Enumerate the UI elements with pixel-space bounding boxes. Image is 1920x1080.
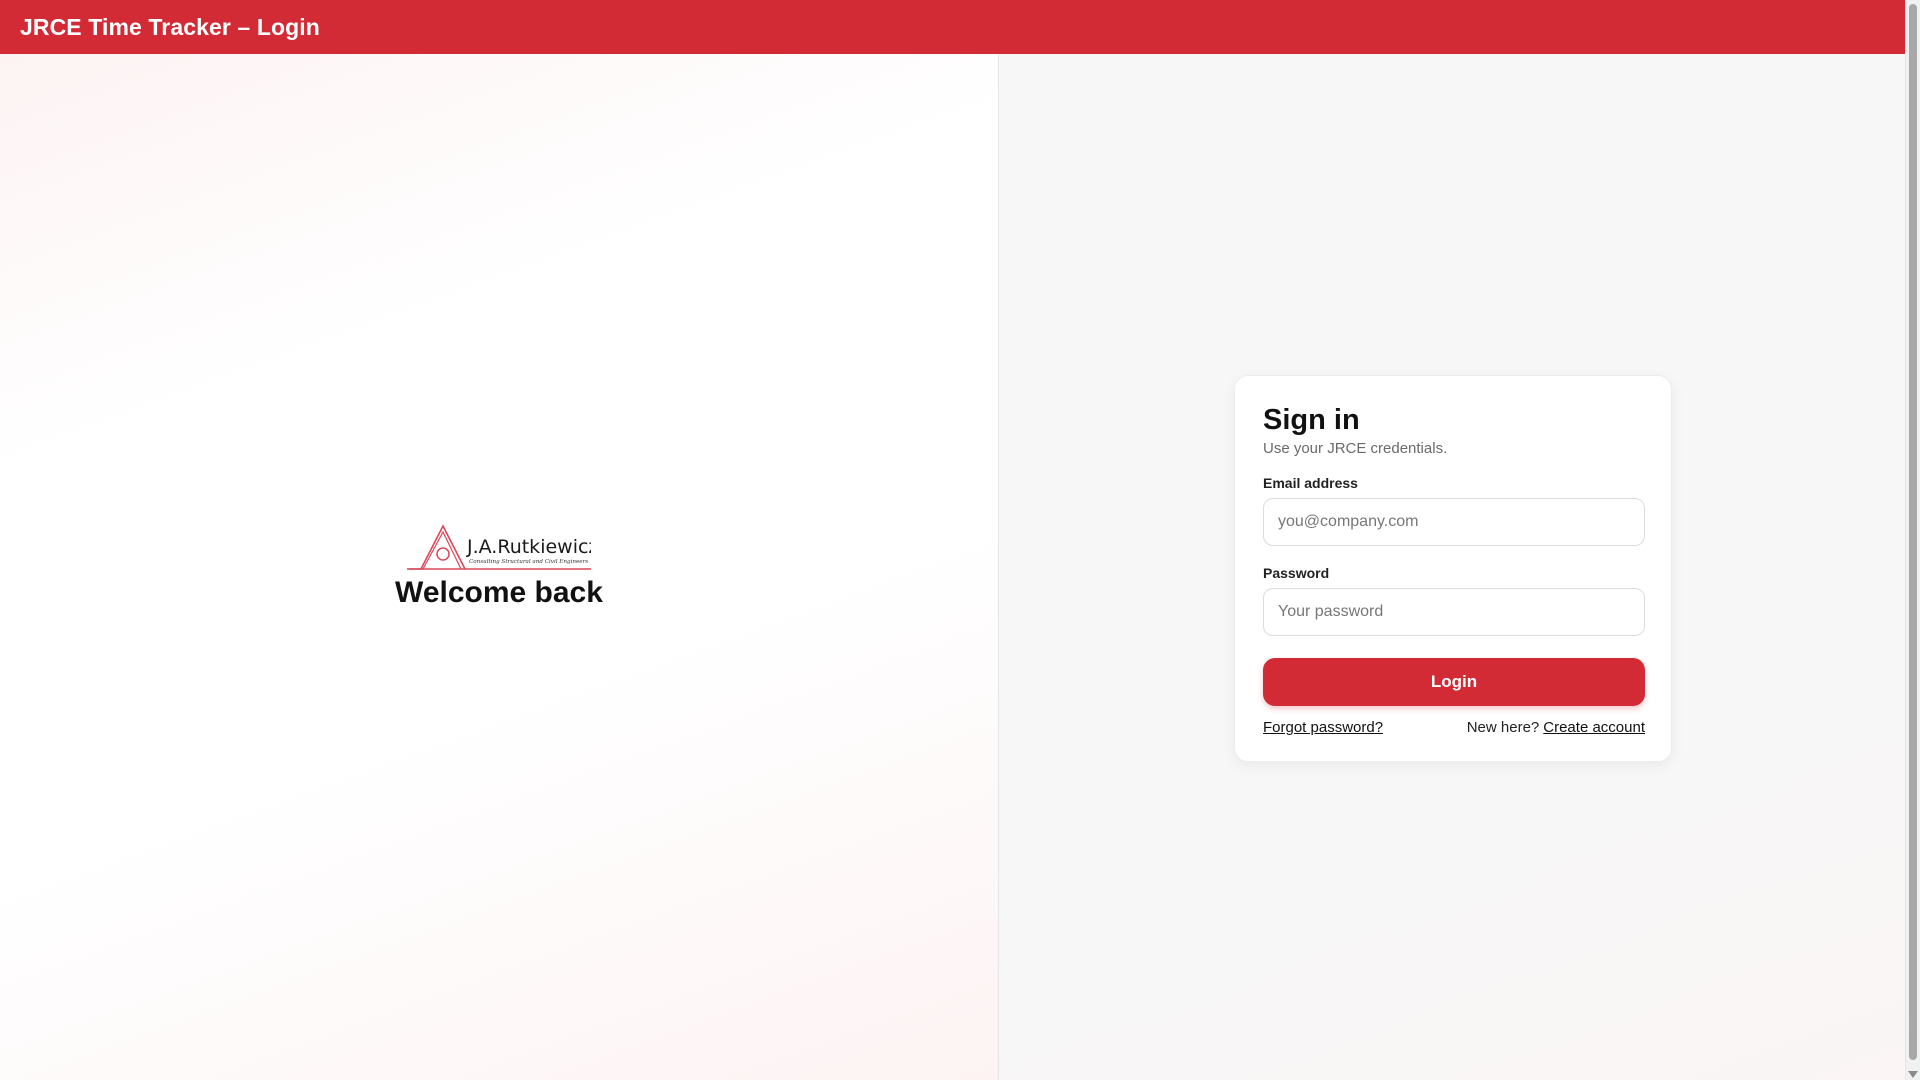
forgot-password-link[interactable]: Forgot password? [1263,719,1383,736]
signin-subtitle: Use your JRCE credentials. [1263,440,1448,457]
new-here-text: New here? [1466,719,1540,736]
logo-name: J.A.Rutkiewicz [466,536,591,558]
scrollbar-thumb[interactable] [1909,4,1917,1060]
signin-title: Sign in [1263,404,1360,436]
app-title: JRCE Time Tracker – Login [20,13,320,40]
brand-block: J.A.Rutkiewicz Consulting Structural and… [0,522,998,610]
top-bar: JRCE Time Tracker – Login [0,0,1905,54]
brand-pane: J.A.Rutkiewicz Consulting Structural and… [0,54,999,1080]
signin-footer: Forgot password? New here? Create account [1263,719,1645,736]
new-here-group: New here? Create account [1467,719,1645,736]
email-label: Email address [1263,475,1358,491]
password-label: Password [1263,565,1330,581]
welcome-heading: Welcome back [395,576,603,609]
app-root: JRCE Time Tracker – Login J.A.Rutkiewicz… [0,0,1920,1080]
create-account-link[interactable]: Create account [1543,719,1645,736]
main-content: J.A.Rutkiewicz Consulting Structural and… [0,54,1905,1080]
password-input[interactable] [1263,588,1645,636]
jar-house-logo-icon: J.A.Rutkiewicz Consulting Structural and… [407,524,591,570]
logo-tagline: Consulting Structural and Civil Engineer… [469,559,588,565]
login-button[interactable]: Login [1263,658,1645,706]
scroll-down-arrow-icon[interactable] [1908,1071,1918,1078]
signin-pane: Sign in Use your JRCE credentials. Email… [999,54,1905,1080]
page-scrollbar[interactable] [1905,0,1920,1080]
email-input[interactable] [1263,498,1645,546]
signin-card: Sign in Use your JRCE credentials. Email… [1234,375,1672,762]
